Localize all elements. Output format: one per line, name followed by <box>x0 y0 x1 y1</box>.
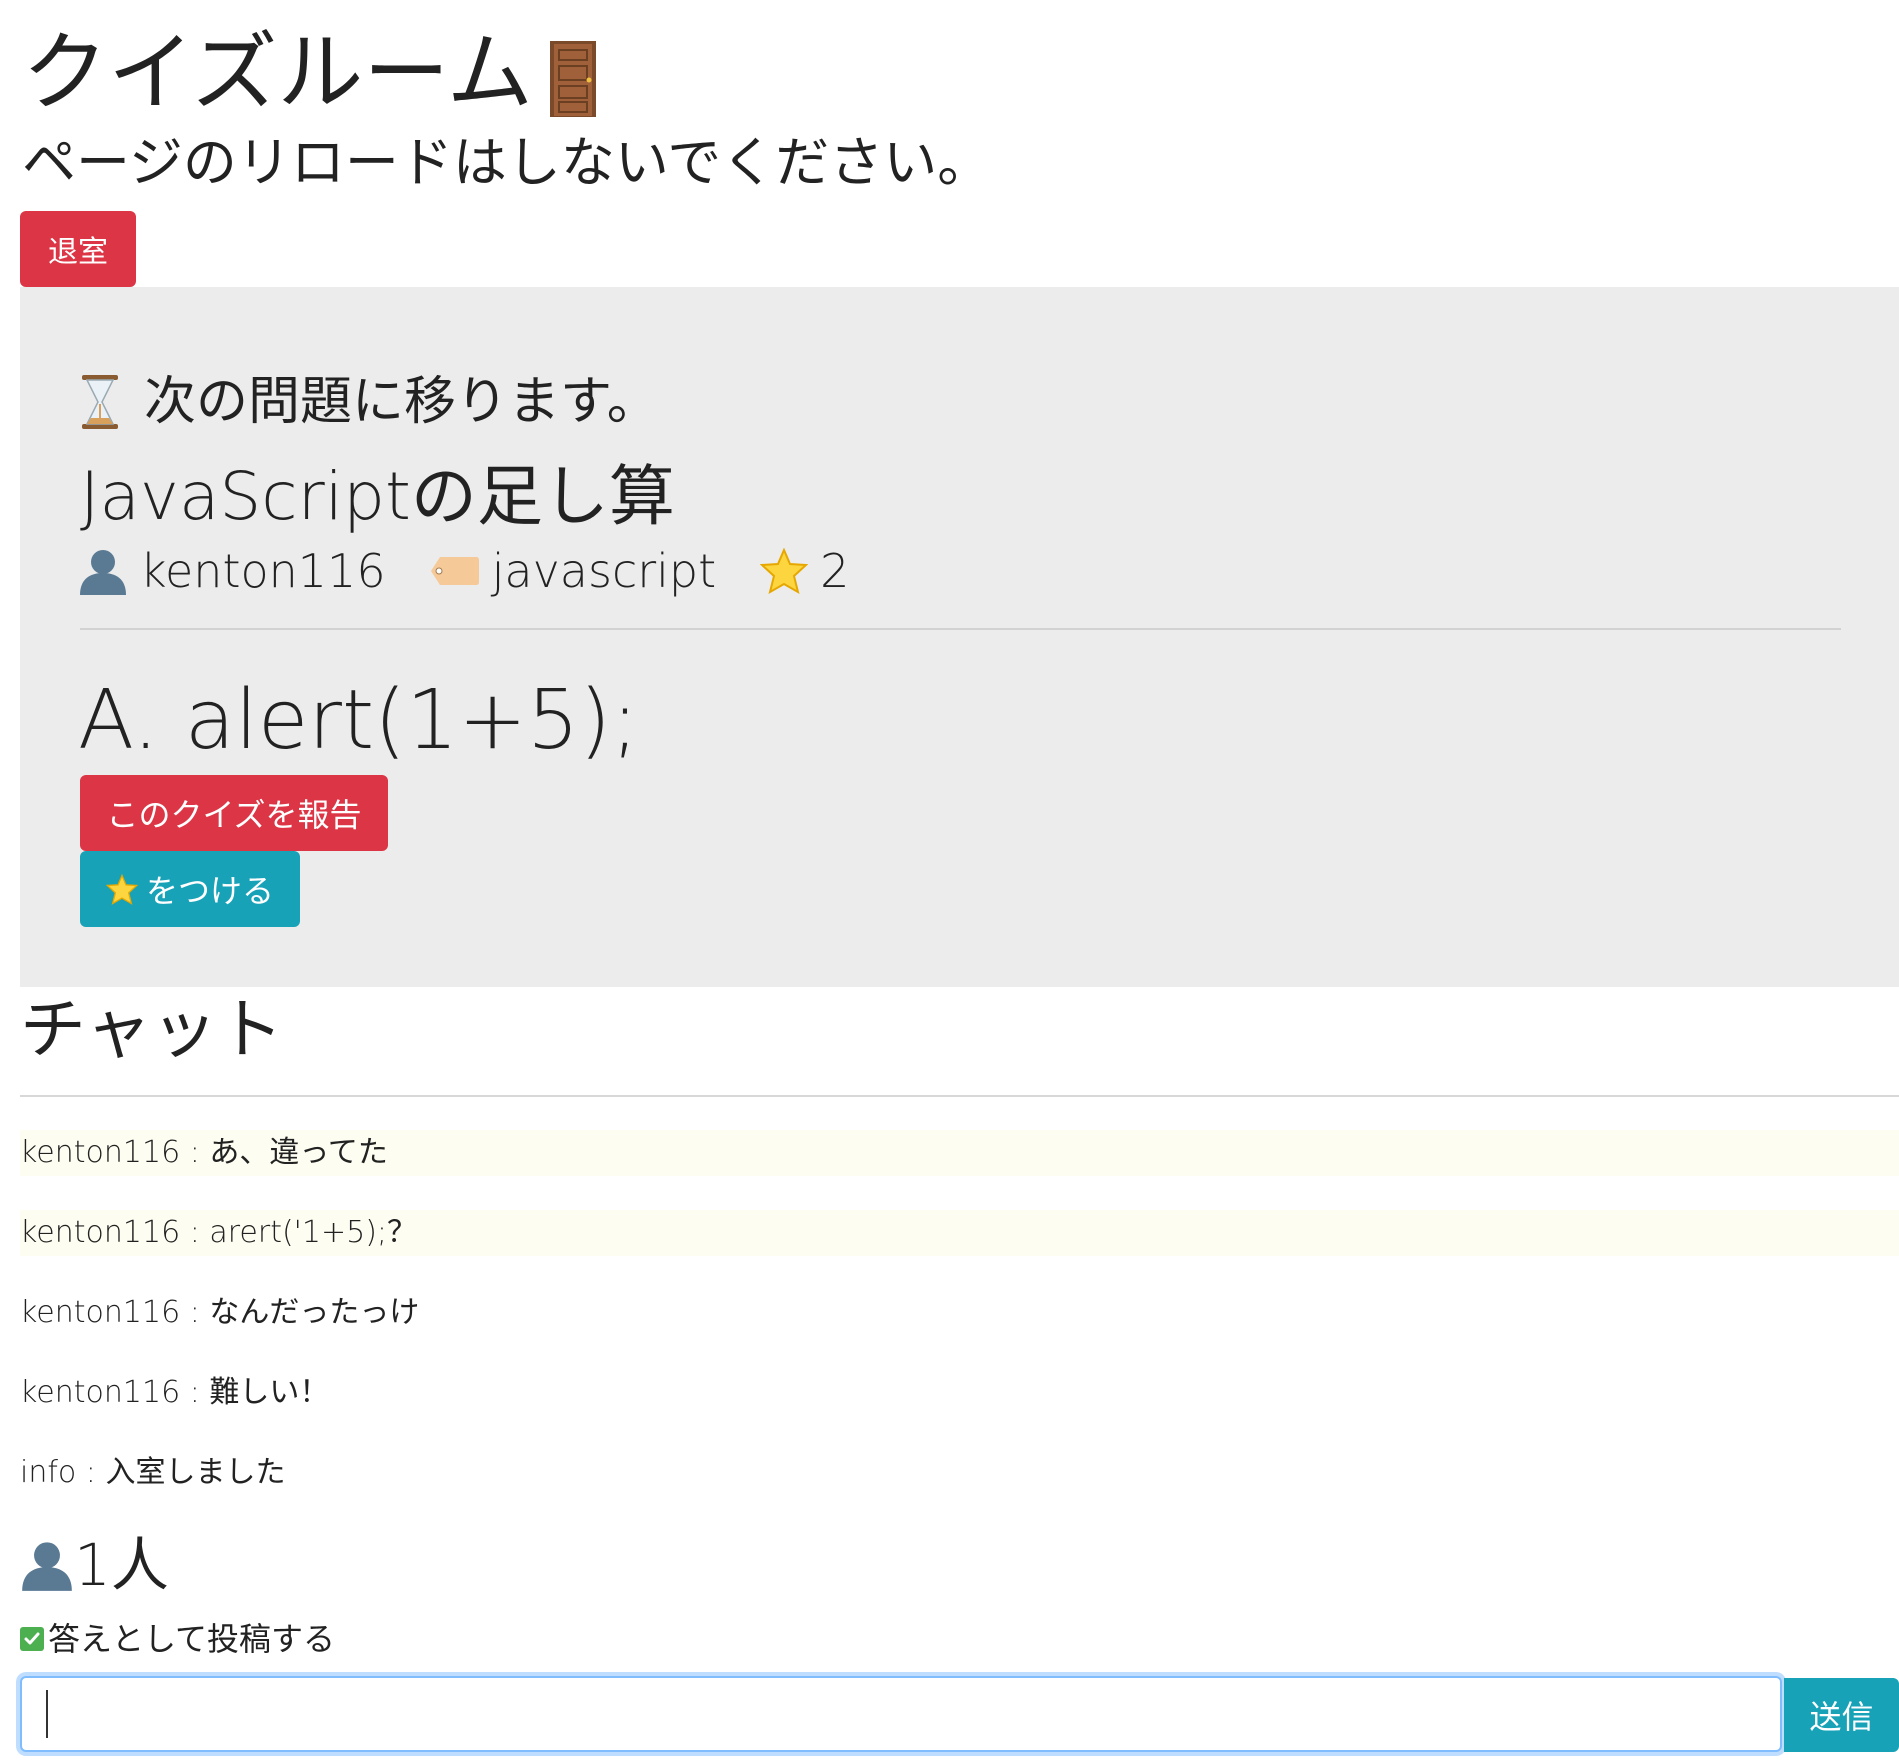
chat-message-list: kenton116 : あ、違ってた kenton116 : arert('1+… <box>20 1130 1899 1530</box>
hourglass-icon <box>80 374 120 430</box>
reload-notice: ページのリロードはしないでください。 <box>22 131 992 194</box>
online-user-count: 1人 <box>20 1530 169 1600</box>
quiz-answer: A. alert(1+5); <box>78 673 639 768</box>
leave-room-button[interactable]: 退室 <box>20 211 136 287</box>
quiz-status-text: 次の問題に移ります。 <box>144 372 659 432</box>
chat-message: kenton116 : なんだったっけ <box>20 1295 420 1330</box>
online-user-count-text: 1人 <box>74 1531 169 1599</box>
tag-icon <box>430 557 479 585</box>
chat-heading: チャット <box>20 991 284 1068</box>
chat-message: info : 入室しました <box>20 1455 286 1490</box>
quiz-stars: 2 <box>760 541 849 601</box>
quiz-title: JavaScriptの足し算 <box>80 458 675 535</box>
chat-message: kenton116 : あ、違ってた <box>20 1130 1899 1176</box>
star-icon <box>105 873 138 905</box>
text-caret <box>46 1690 48 1738</box>
add-star-button[interactable]: をつける <box>80 851 300 927</box>
chat-message: kenton116 : 難しい！ <box>20 1375 330 1410</box>
quiz-tag-name: javascript <box>491 544 717 598</box>
star-icon <box>760 548 809 594</box>
quiz-status: 次の問題に移ります。 <box>80 367 659 437</box>
user-icon <box>80 550 126 595</box>
quiz-room-page: クイズルーム ページのリロードはしないでください。 退室 次の問題に移ります。 … <box>0 0 1899 1761</box>
chat-divider <box>20 1095 1899 1097</box>
chat-message: kenton116 : arert('1+5);？ <box>20 1210 1899 1256</box>
chat-message-input[interactable] <box>20 1676 1782 1752</box>
door-icon <box>549 34 597 117</box>
add-star-label: をつける <box>145 872 274 910</box>
send-button[interactable]: 送信 <box>1784 1678 1899 1752</box>
report-quiz-button[interactable]: このクイズを報告 <box>80 775 388 851</box>
quiz-author-name: kenton116 <box>140 544 386 598</box>
quiz-tag: javascript <box>430 541 717 601</box>
user-icon <box>22 1542 72 1591</box>
check-icon[interactable] <box>20 1627 44 1651</box>
quiz-author: kenton116 <box>78 541 386 601</box>
post-as-answer-label: 答えとして投稿する <box>48 1620 336 1658</box>
post-as-answer-checkbox[interactable]: 答えとして投稿する <box>20 1616 335 1662</box>
page-title: クイズルーム <box>22 18 597 128</box>
quiz-meta: kenton116 javascript 2 <box>78 541 893 601</box>
quiz-panel: 次の問題に移ります。 JavaScriptの足し算 kenton116 java… <box>20 287 1899 987</box>
quiz-divider <box>80 628 1841 630</box>
quiz-star-count: 2 <box>820 544 850 598</box>
page-title-text: クイズルーム <box>22 23 533 123</box>
